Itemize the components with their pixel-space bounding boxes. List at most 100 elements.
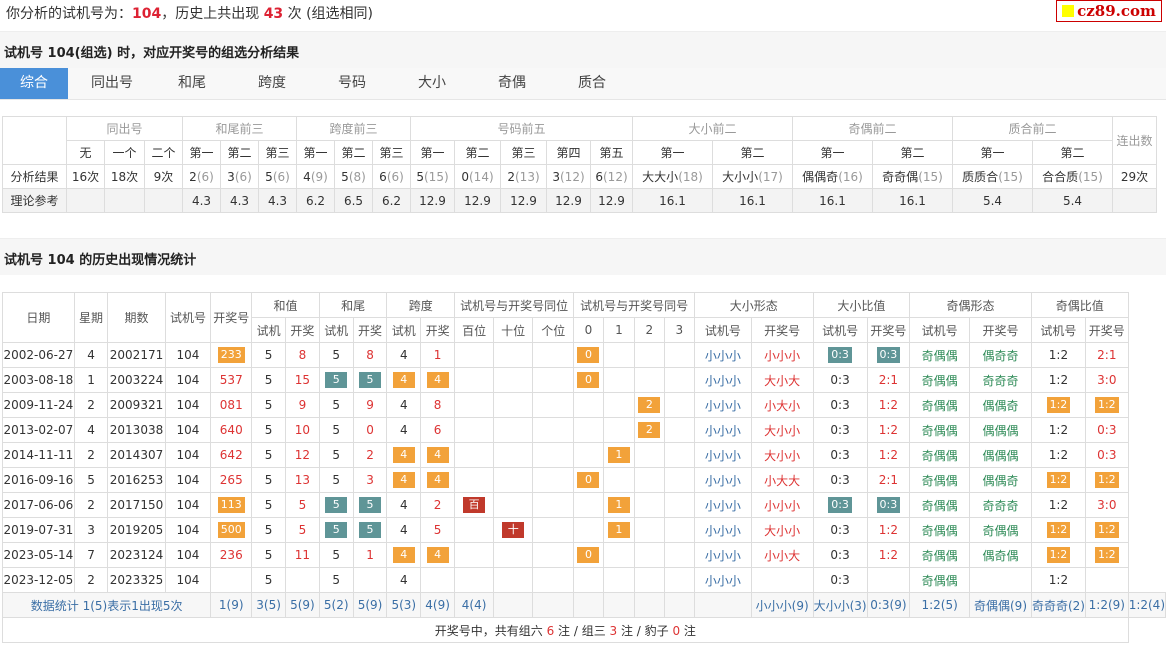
analysis-result-cell: 3(12) (546, 164, 591, 189)
table-cell: 小小小 (694, 367, 752, 393)
sub-column-header: 开奖 (352, 317, 388, 343)
table-cell: 113 (210, 492, 253, 518)
row-label: 理论参考 (2, 188, 67, 213)
reference-cell: 6.5 (334, 188, 373, 213)
corner-cell (2, 116, 67, 165)
tab-5[interactable]: 大小 (392, 68, 472, 99)
table-cell: 2019205 (107, 517, 166, 543)
tab-0[interactable]: 综合 (0, 68, 68, 99)
table-cell: 236 (210, 542, 253, 568)
sub-header: 一个 (104, 140, 145, 165)
sub-header: 第二 (334, 140, 373, 165)
table-cell (453, 367, 495, 393)
table-cell: 2017-06-06 (2, 492, 75, 518)
sub-column-header: 开奖号 (969, 317, 1032, 343)
table-cell: 2014-11-11 (2, 442, 75, 468)
table-cell: 2 (420, 492, 455, 518)
group-header: 同出号 (66, 116, 183, 141)
summary-cell (663, 592, 696, 618)
table-cell: 大小小 (750, 417, 814, 443)
tab-2[interactable]: 和尾 (152, 68, 232, 99)
sub-header: 二个 (144, 140, 183, 165)
table-cell: 0:3 (1084, 417, 1129, 443)
site-logo[interactable]: cz89.com (1056, 0, 1162, 22)
table-cell: 104 (164, 417, 212, 443)
reference-cell: 12.9 (454, 188, 501, 213)
table-cell: 2009-11-24 (2, 392, 75, 418)
value-badge: 1 (607, 497, 630, 513)
tab-6[interactable]: 奇偶 (472, 68, 552, 99)
table-cell: 5 (318, 467, 354, 493)
table-cell: 2 (634, 392, 665, 418)
table-cell: 13 (285, 467, 320, 493)
table-cell: 3:0 (1084, 367, 1129, 393)
summary-cell: 5(2) (318, 592, 354, 618)
reference-cell: 6.2 (372, 188, 411, 213)
table-cell: 大小大 (750, 367, 814, 393)
sub-header: 第一 (296, 140, 335, 165)
table-cell: 104 (164, 392, 212, 418)
table-cell: 5 (285, 492, 320, 518)
table-cell: 0:3 (812, 367, 868, 393)
table-cell (634, 342, 665, 368)
table-cell: 奇偶偶 (909, 417, 971, 443)
table-cell: 小大大 (750, 467, 814, 493)
sub-column-header: 试机号 (1030, 317, 1086, 343)
table-cell: 1 (602, 442, 636, 468)
table-cell: 4 (386, 367, 422, 393)
tab-7[interactable]: 质合 (552, 68, 632, 99)
value-badge: 1:2 (1046, 397, 1071, 413)
table-cell: 2003224 (107, 367, 166, 393)
summary-cell (532, 592, 575, 618)
tab-1[interactable]: 同出号 (72, 68, 152, 99)
column-header: 试机号 (164, 292, 212, 343)
table-cell (663, 567, 696, 593)
sub-column-header: 试机 (318, 317, 354, 343)
table-cell: 3:0 (1084, 492, 1129, 518)
sub-header: 第一 (632, 140, 713, 165)
table-cell: 奇偶偶 (909, 567, 971, 593)
summary-cell: 1(9) (210, 592, 253, 618)
reference-cell (1112, 188, 1157, 213)
group-header: 跨度前三 (296, 116, 411, 141)
occurrence-count: 43 (263, 6, 284, 22)
summary-cell: 小小小(9) (750, 592, 814, 618)
table-cell: 2002-06-27 (2, 342, 75, 368)
column-header: 大小形态 (694, 292, 814, 318)
table-cell: 5 (318, 342, 354, 368)
table-cell: 9 (285, 392, 320, 418)
history-table: 日期 星期 期数 试机号 开奖号 和值 和尾 跨度 试机号与开奖号同位 试机号与开奖号同号 大小形态… (1, 292, 1166, 643)
table-cell: 104 (164, 342, 212, 368)
sub-column-header: 十位 (493, 317, 534, 343)
table-cell (663, 367, 696, 393)
table-cell: 奇偶偶 (909, 517, 971, 543)
column-header: 大小比值 (812, 292, 911, 318)
table-cell: 小小小 (694, 492, 752, 518)
column-header: 试机号与开奖号同位 (453, 292, 575, 318)
table-cell: 1:2 (866, 392, 911, 418)
reference-cell: 4.3 (182, 188, 221, 213)
column-header: 和值 (251, 292, 320, 318)
table-cell: 2 (352, 442, 388, 468)
table-cell: 2 (73, 492, 109, 518)
analysis-result-cell: 3(6) (220, 164, 259, 189)
summary-cell (602, 592, 636, 618)
summary-cell: 1:2(4) (1127, 592, 1166, 618)
table-cell: 小小小 (694, 417, 752, 443)
sub-header: 第二 (712, 140, 793, 165)
table-cell: 奇偶偶 (909, 392, 971, 418)
tab-4[interactable]: 号码 (312, 68, 392, 99)
analysis-result-cell: 大大小(18) (632, 164, 713, 189)
table-cell: 0 (573, 342, 604, 368)
table-cell (573, 492, 604, 518)
table-cell: 4 (420, 467, 455, 493)
table-cell: 104 (164, 567, 212, 593)
summary-cell: 4(9) (420, 592, 455, 618)
table-cell (453, 467, 495, 493)
tab-3[interactable]: 跨度 (232, 68, 312, 99)
table-cell: 5 (251, 392, 287, 418)
table-cell: 小小小 (694, 392, 752, 418)
table-cell (493, 367, 534, 393)
table-row: 2017-06-06 2 2017150 104 113 5 5 5 5 4 2 百 1 小小小 小小小 0:… (2, 492, 1166, 518)
table-cell: 2002171 (107, 342, 166, 368)
